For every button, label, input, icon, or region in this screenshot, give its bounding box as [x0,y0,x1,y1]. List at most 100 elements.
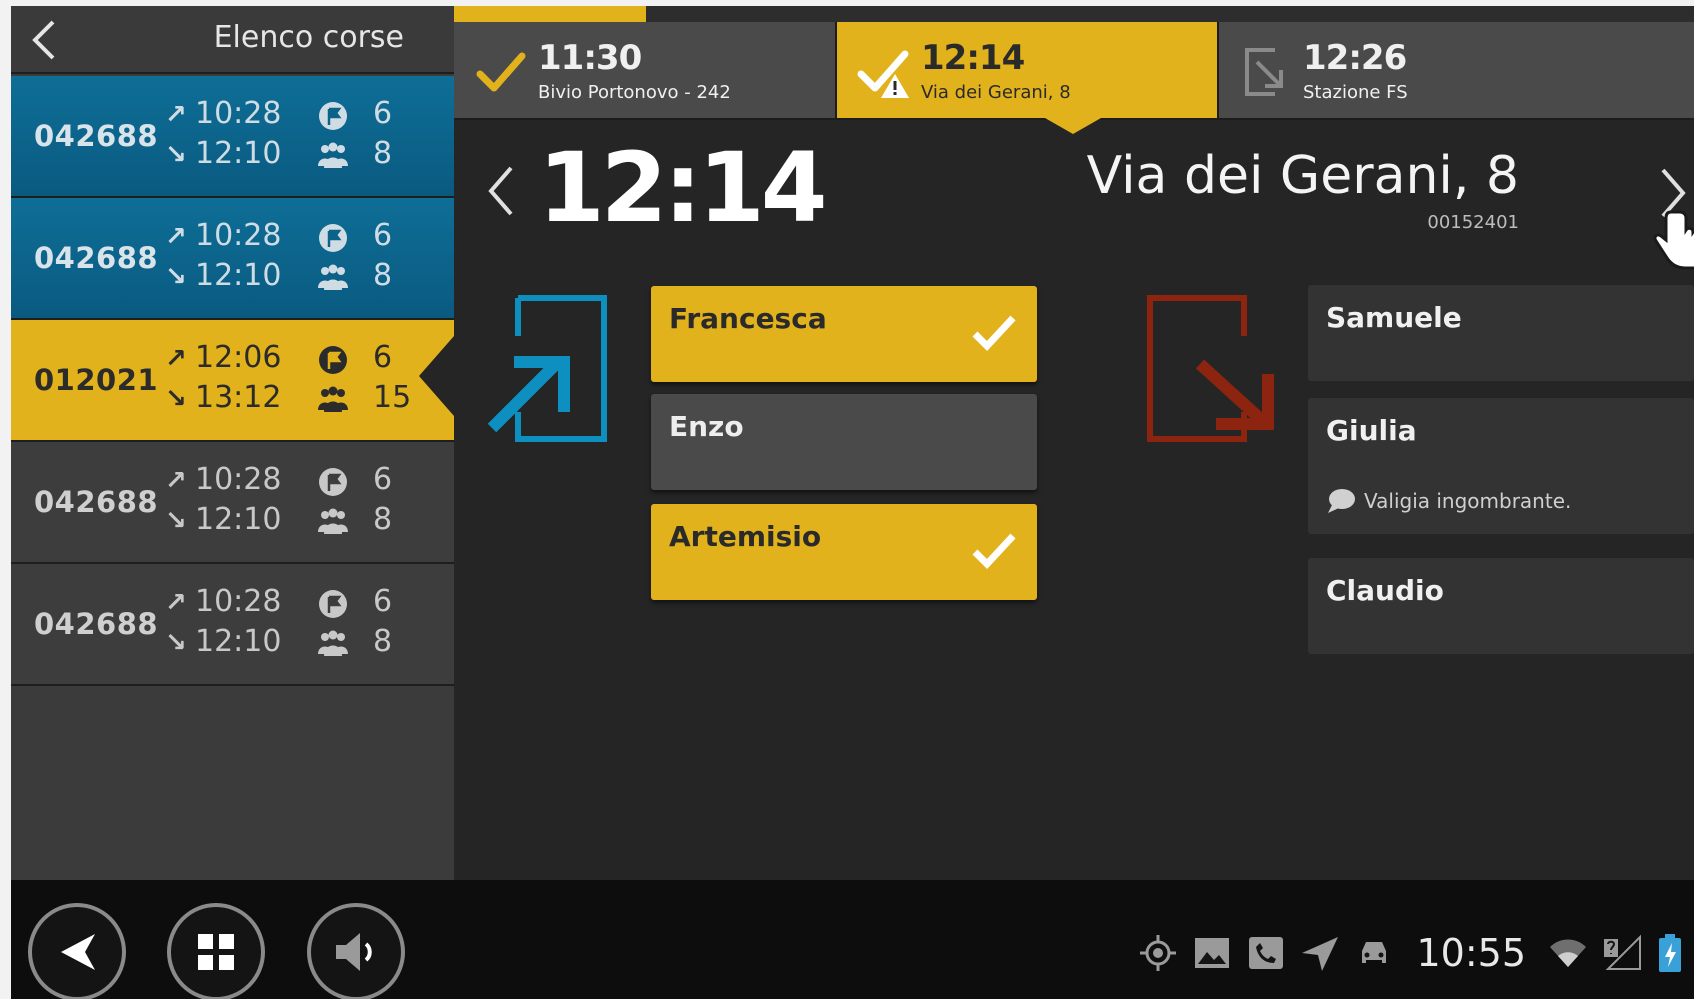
boarding-passenger-card[interactable]: Artemisio [651,504,1037,600]
tab-time: 11:30 [538,38,642,78]
departure-arrow-icon: ↗ [165,588,187,618]
run-code: 042688 [34,607,159,641]
runs-header: Elenco corse [11,6,454,74]
run-departure-time: 10:28 [195,584,282,619]
gps-icon [1140,935,1177,971]
departure-arrow-icon: ↗ [165,344,187,374]
status-clock: 10:55 [1416,931,1526,975]
stop-code: 00152401 [1427,212,1519,233]
run-code: 042688 [34,119,159,153]
passenger-name: Claudio [1326,574,1444,607]
run-passengers-count: 8 [373,502,393,537]
alighting-passenger-card[interactable]: Giulia Valigia ingombrante. [1308,398,1694,534]
passenger-note: Valigia ingombrante. [1326,488,1571,514]
run-code: 012021 [34,363,159,397]
flag-stops-icon [316,223,350,253]
tab-stop-name: Via dei Gerani, 8 [921,82,1071,103]
system-volume-button[interactable] [307,903,405,999]
run-row[interactable]: 042688 ↗ 10:28 ↘ 12:10 6 8 [11,76,454,198]
alighting-passenger-card[interactable]: Claudio [1308,558,1694,654]
tab-time: 12:26 [1303,38,1407,78]
runs-panel: Elenco corse 042688 ↗ 10:28 ↘ 12:10 6 8 04… [11,6,454,880]
run-row[interactable]: 042688 ↗ 10:28 ↘ 12:10 6 8 [11,442,454,564]
passengers-icon [316,628,350,658]
run-departure: ↗ 12:06 [165,340,281,375]
boarding-passenger-card[interactable]: Enzo [651,394,1037,490]
arrival-arrow-icon: ↘ [165,506,187,536]
wifi-icon [1550,939,1586,967]
run-row[interactable]: 042688 ↗ 10:28 ↘ 12:10 6 8 [11,198,454,320]
run-row[interactable]: 042688 ↗ 10:28 ↘ 12:10 6 8 [11,564,454,686]
run-departure: ↗ 10:28 [165,462,281,497]
system-back-button[interactable] [28,903,126,999]
navigation-icon [1302,937,1339,971]
previous-stop-chevron-icon[interactable] [481,156,521,226]
passengers-icon [316,384,350,414]
flag-stops-icon [316,589,350,619]
selection-notch [419,336,454,416]
comment-icon [1328,489,1355,513]
signal-icon [1604,934,1641,970]
route-progress-fill [454,6,647,22]
passenger-name: Giulia [1326,414,1417,447]
hand-cursor-icon [1653,210,1694,270]
apps-grid-icon [198,934,234,970]
run-arrival: ↘ 12:10 [165,624,281,659]
alighting-passenger-card[interactable]: Samuele [1308,285,1694,381]
run-arrival-time: 13:12 [195,380,282,415]
board-icon [487,295,607,442]
run-departure: ↗ 10:28 [165,584,281,619]
alight-icon [1245,48,1283,96]
run-stops-count: 6 [373,584,393,619]
run-arrival: ↘ 12:10 [165,258,281,293]
tab-stop-name: Stazione FS [1303,82,1408,103]
run-departure-time: 10:28 [195,462,282,497]
run-arrival: ↘ 13:12 [165,380,281,415]
run-departure-time: 10:28 [195,218,282,253]
run-arrival: ↘ 12:10 [165,136,281,171]
tab-stop-next[interactable]: 12:26 Stazione FS [1219,22,1694,118]
run-stops-count: 6 [373,96,393,131]
departure-arrow-icon: ↗ [165,222,187,252]
passenger-name: Enzo [669,410,744,443]
passengers-icon [316,506,350,536]
stop-tabs: 11:30 Bivio Portonovo - 242 12:14 Via de… [454,22,1694,134]
run-passengers-count: 8 [373,136,393,171]
run-arrival-time: 12:10 [195,258,282,293]
run-departure-time: 12:06 [195,340,282,375]
passenger-note-text: Valigia ingombrante. [1364,489,1572,513]
passenger-name: Samuele [1326,301,1462,334]
back-chevron-icon[interactable] [25,16,65,64]
check-icon [476,52,526,92]
check-warning-icon [857,50,909,98]
run-passengers-count: 15 [373,380,412,415]
status-area: 10:55 [1138,928,1684,978]
run-passengers-count: 8 [373,258,393,293]
tab-stop-previous[interactable]: 11:30 Bivio Portonovo - 242 [454,22,835,118]
run-row[interactable]: 012021 ↗ 12:06 ↘ 13:12 6 15 [11,320,454,442]
phone-card-icon [1249,937,1284,969]
check-icon [972,533,1016,570]
passenger-name: Artemisio [669,520,822,553]
tab-pointer [1045,118,1101,134]
system-home-button[interactable] [167,903,265,999]
run-arrival: ↘ 12:10 [165,502,281,537]
flag-stops-icon [316,101,350,131]
flag-stops-icon [316,467,350,497]
stop-name: Via dei Gerani, 8 [1086,146,1519,206]
system-bar: 10:55 [11,880,1694,999]
departure-arrow-icon: ↗ [165,466,187,496]
passengers-icon [316,140,350,170]
run-stops-count: 6 [373,340,393,375]
boarding-passenger-card[interactable]: Francesca [651,286,1037,382]
passengers-icon [316,262,350,292]
tab-stop-current[interactable]: 12:14 Via dei Gerani, 8 [837,22,1217,118]
run-code: 042688 [34,241,159,275]
car-icon [1362,942,1387,963]
run-departure-time: 10:28 [195,96,282,131]
run-arrival-time: 12:10 [195,502,282,537]
run-departure: ↗ 10:28 [165,218,281,253]
back-arrow-icon [61,934,95,970]
volume-icon [336,933,372,971]
app-screen: Elenco corse 042688 ↗ 10:28 ↘ 12:10 6 8 04… [11,6,1694,999]
